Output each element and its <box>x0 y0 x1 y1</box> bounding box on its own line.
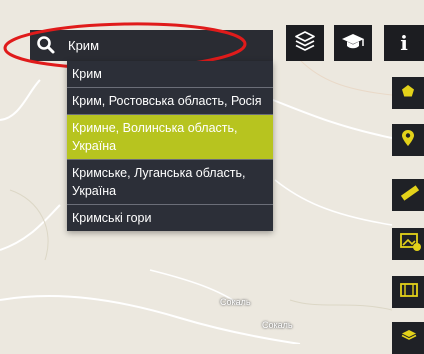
search-bar <box>30 30 273 61</box>
search-suggestions: Крим Крим, Ростовська область, Росія Кри… <box>67 61 273 231</box>
add-image-button[interactable] <box>392 228 424 260</box>
film-icon <box>400 282 418 303</box>
draw-polygon-button[interactable] <box>392 77 424 109</box>
cube-icon <box>400 328 418 349</box>
pentagon-icon <box>400 83 416 104</box>
map-marker-icon <box>400 129 416 152</box>
info-icon: i <box>400 31 408 55</box>
measure-button[interactable] <box>392 179 424 211</box>
suggestion-item[interactable]: Крим, Ростовська область, Росія <box>67 88 273 115</box>
add-3d-button[interactable] <box>392 322 424 354</box>
map-place-label: Сокаль <box>220 297 251 307</box>
map-place-label: Сокаль <box>262 320 293 330</box>
search-input[interactable] <box>68 30 268 61</box>
suggestion-item[interactable]: Кримські гори <box>67 205 273 231</box>
layers-icon <box>292 28 318 59</box>
image-add-icon <box>400 232 422 257</box>
add-video-button[interactable] <box>392 276 424 308</box>
suggestion-item[interactable]: Кримське, Луганська область, Україна <box>67 160 273 205</box>
education-button[interactable] <box>334 25 372 61</box>
add-marker-button[interactable] <box>392 124 424 156</box>
suggestion-item[interactable]: Крим <box>67 61 273 88</box>
ruler-icon <box>400 184 420 206</box>
layers-button[interactable] <box>286 25 324 61</box>
search-icon[interactable] <box>30 30 64 61</box>
suggestion-item[interactable]: Кримне, Волинська область, Україна <box>67 115 273 160</box>
graduation-cap-icon <box>340 30 366 57</box>
info-button[interactable]: i <box>384 25 424 61</box>
